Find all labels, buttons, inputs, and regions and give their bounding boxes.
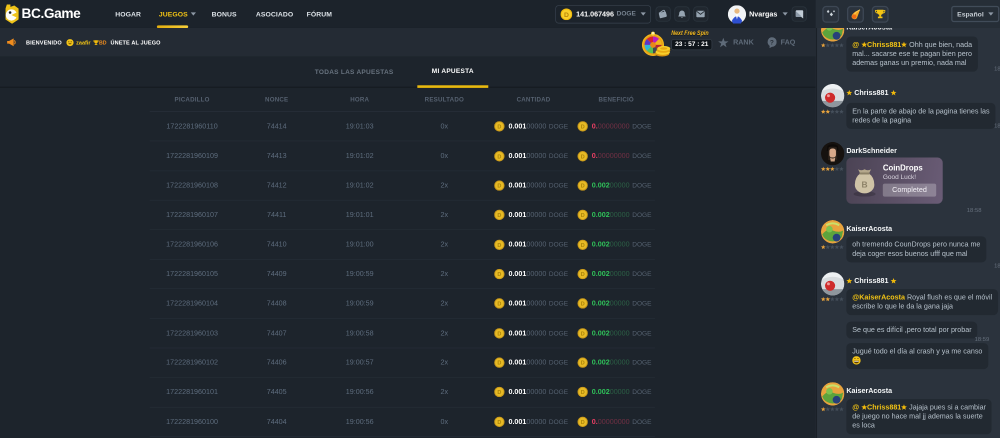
svg-text:D: D [581,154,585,160]
svg-text:D: D [497,272,501,278]
svg-text:D: D [581,213,585,219]
svg-text:D: D [497,124,501,130]
svg-text:D: D [497,302,501,308]
svg-text:D: D [581,361,585,367]
svg-text:D: D [581,302,585,308]
svg-text:D: D [581,184,585,190]
svg-text:D: D [497,331,501,337]
svg-text:D: D [581,420,585,426]
svg-text:D: D [497,243,501,249]
svg-text:?: ? [770,39,774,46]
svg-text:D: D [497,390,501,396]
svg-text:D: D [497,420,501,426]
svg-text:D: D [497,154,501,160]
svg-text:D: D [581,243,585,249]
svg-text:D: D [581,272,585,278]
svg-text:D: D [581,390,585,396]
svg-text:D: D [497,361,501,367]
svg-text:D: D [581,124,585,130]
svg-text:D: D [497,184,501,190]
svg-text:B: B [862,180,868,190]
svg-text:D: D [497,213,501,219]
svg-text:D: D [581,331,585,337]
